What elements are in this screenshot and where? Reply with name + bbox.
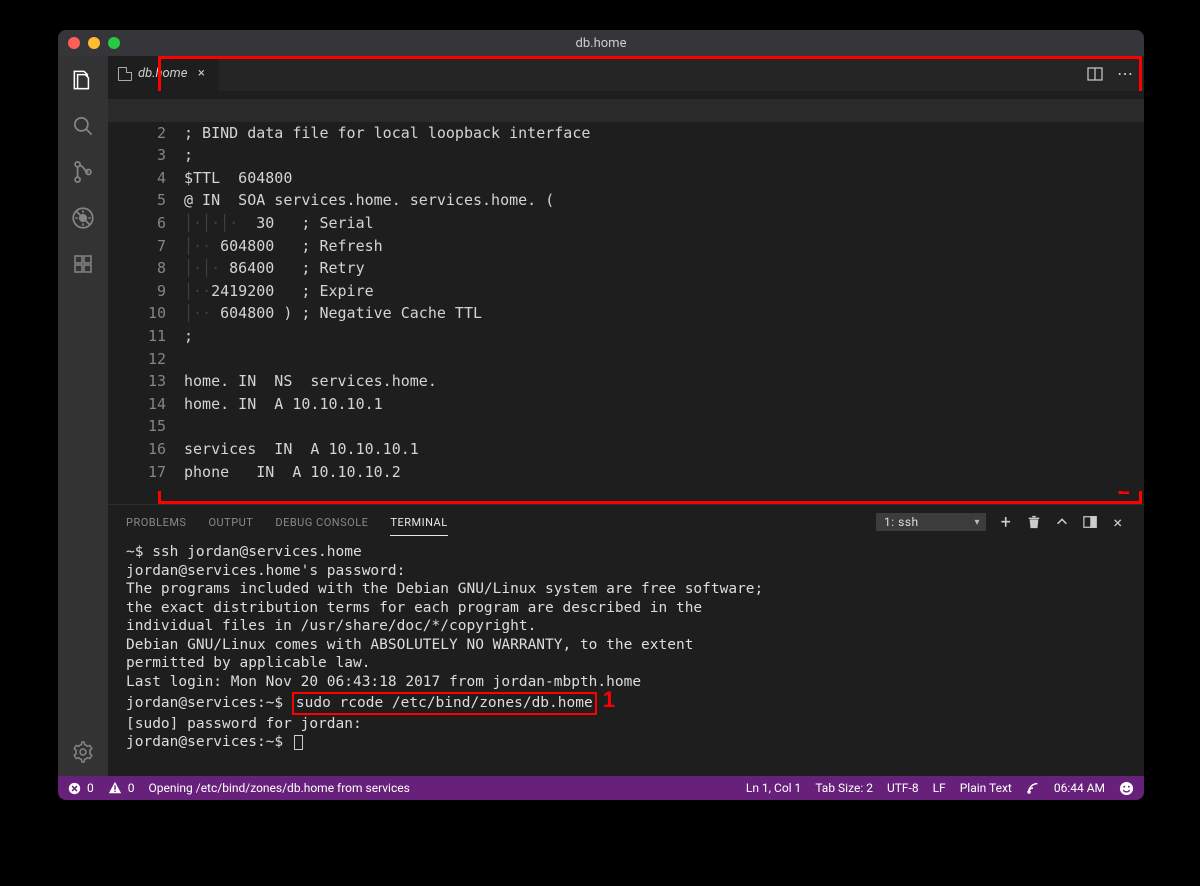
panel-close-icon[interactable]: × <box>1110 514 1126 530</box>
status-opening[interactable]: Opening /etc/bind/zones/db.home from ser… <box>149 781 410 795</box>
file-icon <box>118 67 132 81</box>
titlebar: db.home <box>58 30 1144 56</box>
editor[interactable]: 1234567891011121314151617 ;; BIND data f… <box>108 91 1144 504</box>
zoom-window-button[interactable] <box>108 37 120 49</box>
panel-up-icon[interactable] <box>1054 514 1070 530</box>
terminal-selector-label: 1: ssh <box>876 513 986 531</box>
window-controls <box>68 37 120 49</box>
panel-tab-terminal[interactable]: TERMINAL <box>390 516 447 536</box>
panel-layout-icon[interactable] <box>1082 514 1098 530</box>
activity-bar <box>58 56 108 776</box>
panel-tab-output[interactable]: OUTPUT <box>208 516 253 529</box>
split-editor-icon[interactable] <box>1086 65 1104 83</box>
status-tabsize[interactable]: Tab Size: 2 <box>815 781 873 795</box>
panel-tab-problems[interactable]: PROBLEMS <box>126 516 186 529</box>
status-eol[interactable]: LF <box>933 781 946 795</box>
tab-label: db.home <box>138 66 187 81</box>
kill-terminal-icon[interactable] <box>1026 514 1042 530</box>
minimize-window-button[interactable] <box>88 37 100 49</box>
status-encoding[interactable]: UTF-8 <box>887 781 919 795</box>
body: 2 db.home × ⋯ 12345678910111213141516 <box>58 56 1144 776</box>
tab-close-icon[interactable]: × <box>193 66 209 81</box>
status-time: 06:44 AM <box>1054 781 1105 795</box>
error-icon <box>68 782 81 795</box>
status-feed-icon[interactable] <box>1026 781 1040 795</box>
panel: PROBLEMS OUTPUT DEBUG CONSOLE TERMINAL 1… <box>108 504 1144 776</box>
vscode-window: db.home 2 <box>58 30 1144 800</box>
line-number-gutter: 1234567891011121314151617 <box>108 91 184 491</box>
status-language[interactable]: Plain Text <box>960 781 1012 795</box>
settings-gear-icon[interactable] <box>69 738 97 766</box>
terminal-output[interactable]: ~$ ssh jordan@services.homejordan@servic… <box>108 539 1144 776</box>
more-actions-icon[interactable]: ⋯ <box>1116 65 1134 83</box>
new-terminal-icon[interactable]: + <box>998 514 1014 530</box>
editor-tabbar: db.home × ⋯ <box>108 56 1144 91</box>
warning-count: 0 <box>128 781 135 795</box>
code-content[interactable]: ;; BIND data file for local loopback int… <box>184 91 1144 491</box>
status-ln-col[interactable]: Ln 1, Col 1 <box>746 781 801 795</box>
terminal-selector[interactable]: 1: ssh ▾ <box>876 513 986 531</box>
status-bar: 0 0 Opening /etc/bind/zones/db.home from… <box>58 776 1144 800</box>
close-window-button[interactable] <box>68 37 80 49</box>
tab-db-home[interactable]: db.home × <box>108 56 220 91</box>
main-area: 2 db.home × ⋯ 12345678910111213141516 <box>108 56 1144 776</box>
search-icon[interactable] <box>69 112 97 140</box>
source-control-icon[interactable] <box>69 158 97 186</box>
status-warnings[interactable]: 0 <box>108 781 135 795</box>
tab-actions: ⋯ <box>1086 56 1144 91</box>
window-title: db.home <box>58 36 1144 51</box>
error-count: 0 <box>87 781 94 795</box>
explorer-icon[interactable] <box>69 66 97 94</box>
panel-tab-debug[interactable]: DEBUG CONSOLE <box>275 516 368 529</box>
extensions-icon[interactable] <box>69 250 97 278</box>
status-smiley-icon[interactable] <box>1119 781 1134 796</box>
warning-icon <box>108 781 122 795</box>
status-errors[interactable]: 0 <box>68 781 94 795</box>
panel-tabs: PROBLEMS OUTPUT DEBUG CONSOLE TERMINAL 1… <box>108 505 1144 539</box>
debug-icon[interactable] <box>69 204 97 232</box>
